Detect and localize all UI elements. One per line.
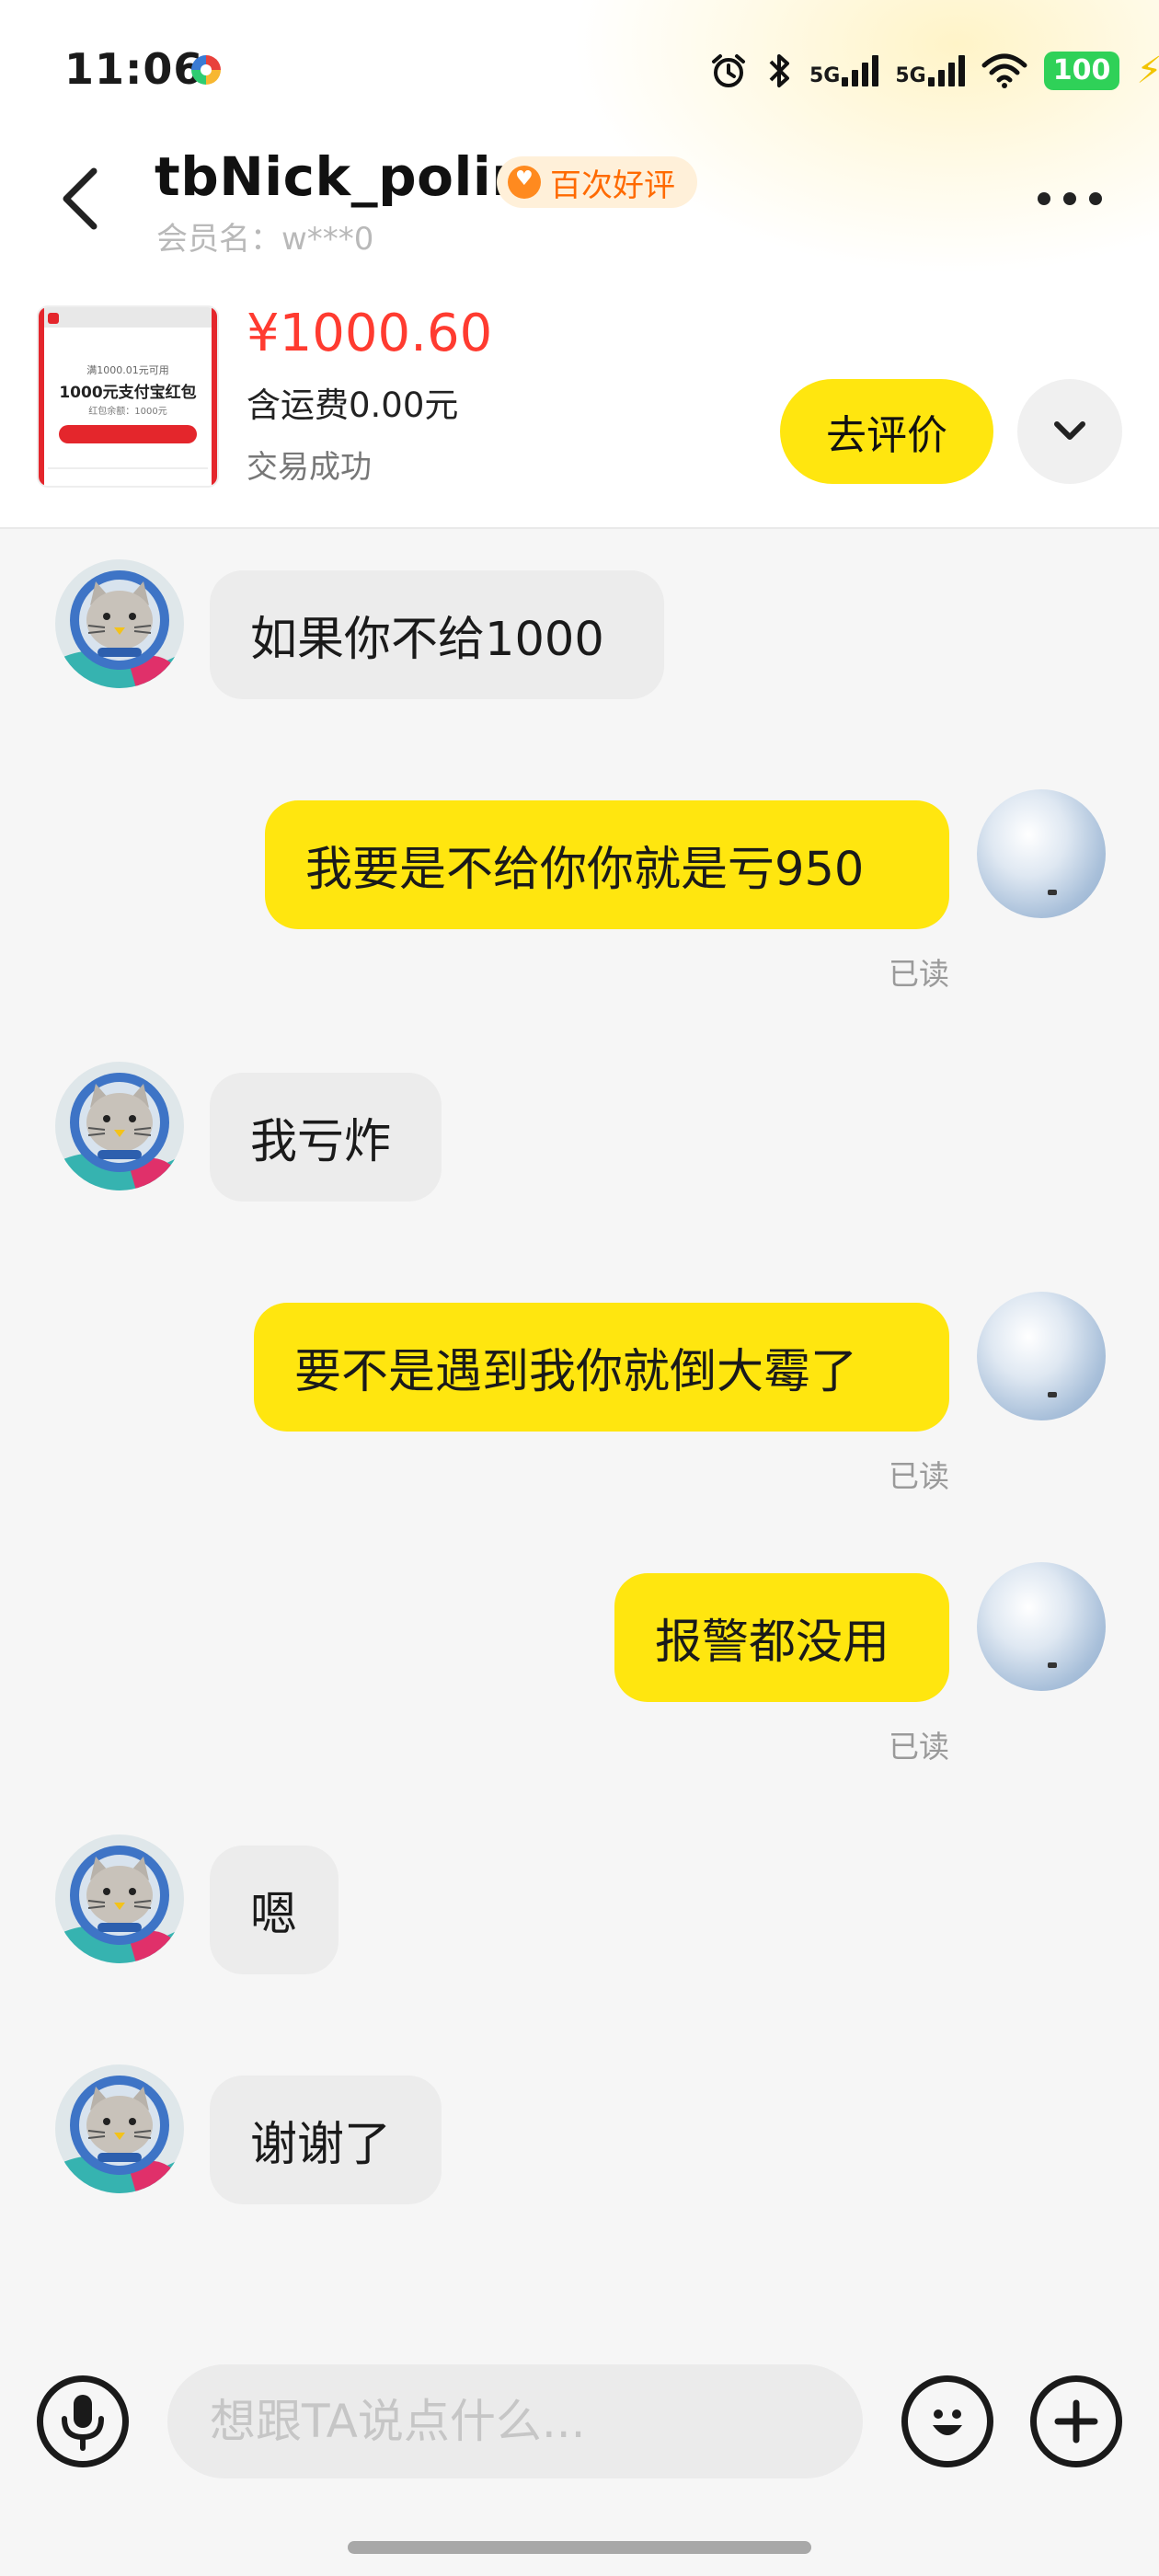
chevron-down-icon <box>1054 421 1085 440</box>
thumb-condition: 满1000.01元可用 <box>86 364 169 376</box>
bluetooth-icon <box>769 54 789 87</box>
charging-icon: ⚡ <box>1136 50 1159 92</box>
cat-avatar[interactable] <box>55 559 184 688</box>
message-bubble-incoming[interactable]: 谢谢了 <box>210 2076 442 2204</box>
member-name: 会员名：w***0 <box>156 221 374 258</box>
signal-1: 5G <box>809 55 879 86</box>
deal-status: 交易成功 <box>247 449 372 486</box>
message-bubble-outgoing[interactable]: 要不是遇到我你就倒大霉了 <box>254 1303 949 1432</box>
voice-button[interactable] <box>37 2375 129 2467</box>
header-divider <box>0 527 1159 529</box>
message-input[interactable] <box>167 2364 863 2478</box>
product-price: ¥1000.60 <box>247 304 493 363</box>
message-bubble-incoming[interactable]: 我亏炸 <box>210 1073 442 1202</box>
cat-avatar[interactable] <box>55 1834 184 1963</box>
message-bubble-incoming[interactable]: 如果你不给1000 <box>210 570 664 699</box>
cat-avatar[interactable] <box>55 2064 184 2193</box>
plus-button[interactable] <box>1030 2375 1122 2467</box>
shipping-fee: 含运费0.00元 <box>247 385 459 425</box>
review-button[interactable]: 去评价 <box>780 379 993 484</box>
good-review-badge: 百次好评 <box>497 156 697 208</box>
thumb-title: 1000元支付宝红包 <box>59 384 197 402</box>
microphone-icon <box>62 2395 104 2451</box>
sky-avatar[interactable] <box>977 1562 1106 1691</box>
more-icon[interactable] <box>1038 184 1111 213</box>
expand-button[interactable] <box>1017 379 1122 484</box>
sky-avatar[interactable] <box>977 1292 1106 1420</box>
signal-2: 5G <box>895 55 965 86</box>
cat-avatar[interactable] <box>55 1062 184 1190</box>
seller-nickname: tbNick_polir <box>155 145 519 208</box>
message-bubble-outgoing[interactable]: 报警都没用 <box>614 1573 949 1702</box>
emoji-icon <box>933 2409 962 2435</box>
read-receipt: 已读 <box>889 956 949 992</box>
badge-coin-icon <box>508 166 541 199</box>
emoji-button[interactable] <box>901 2375 993 2467</box>
product-thumbnail[interactable]: 满1000.01元可用 1000元支付宝红包 红包余额：1000元 <box>37 305 219 488</box>
status-icons: 5G 5G 100 ⚡ <box>708 48 1159 94</box>
message-bubble-incoming[interactable]: 嗯 <box>210 1846 339 1974</box>
alarm-icon <box>712 54 745 87</box>
home-indicator[interactable] <box>348 2541 811 2554</box>
status-time: 11:06 <box>64 44 204 94</box>
thumb-balance: 红包余额：1000元 <box>88 407 167 417</box>
read-receipt: 已读 <box>889 1458 949 1494</box>
badge-label: 百次好评 <box>550 167 675 204</box>
header-glow <box>570 0 1159 276</box>
wifi-icon <box>981 53 1027 88</box>
sky-avatar[interactable] <box>977 789 1106 918</box>
battery-indicator: 100 <box>1043 52 1120 90</box>
app-notification-icon <box>191 55 221 85</box>
message-bubble-outgoing[interactable]: 我要是不给你你就是亏950 <box>265 800 949 929</box>
plus-icon <box>1054 2399 1098 2444</box>
read-receipt: 已读 <box>889 1729 949 1765</box>
back-icon[interactable] <box>57 166 105 232</box>
